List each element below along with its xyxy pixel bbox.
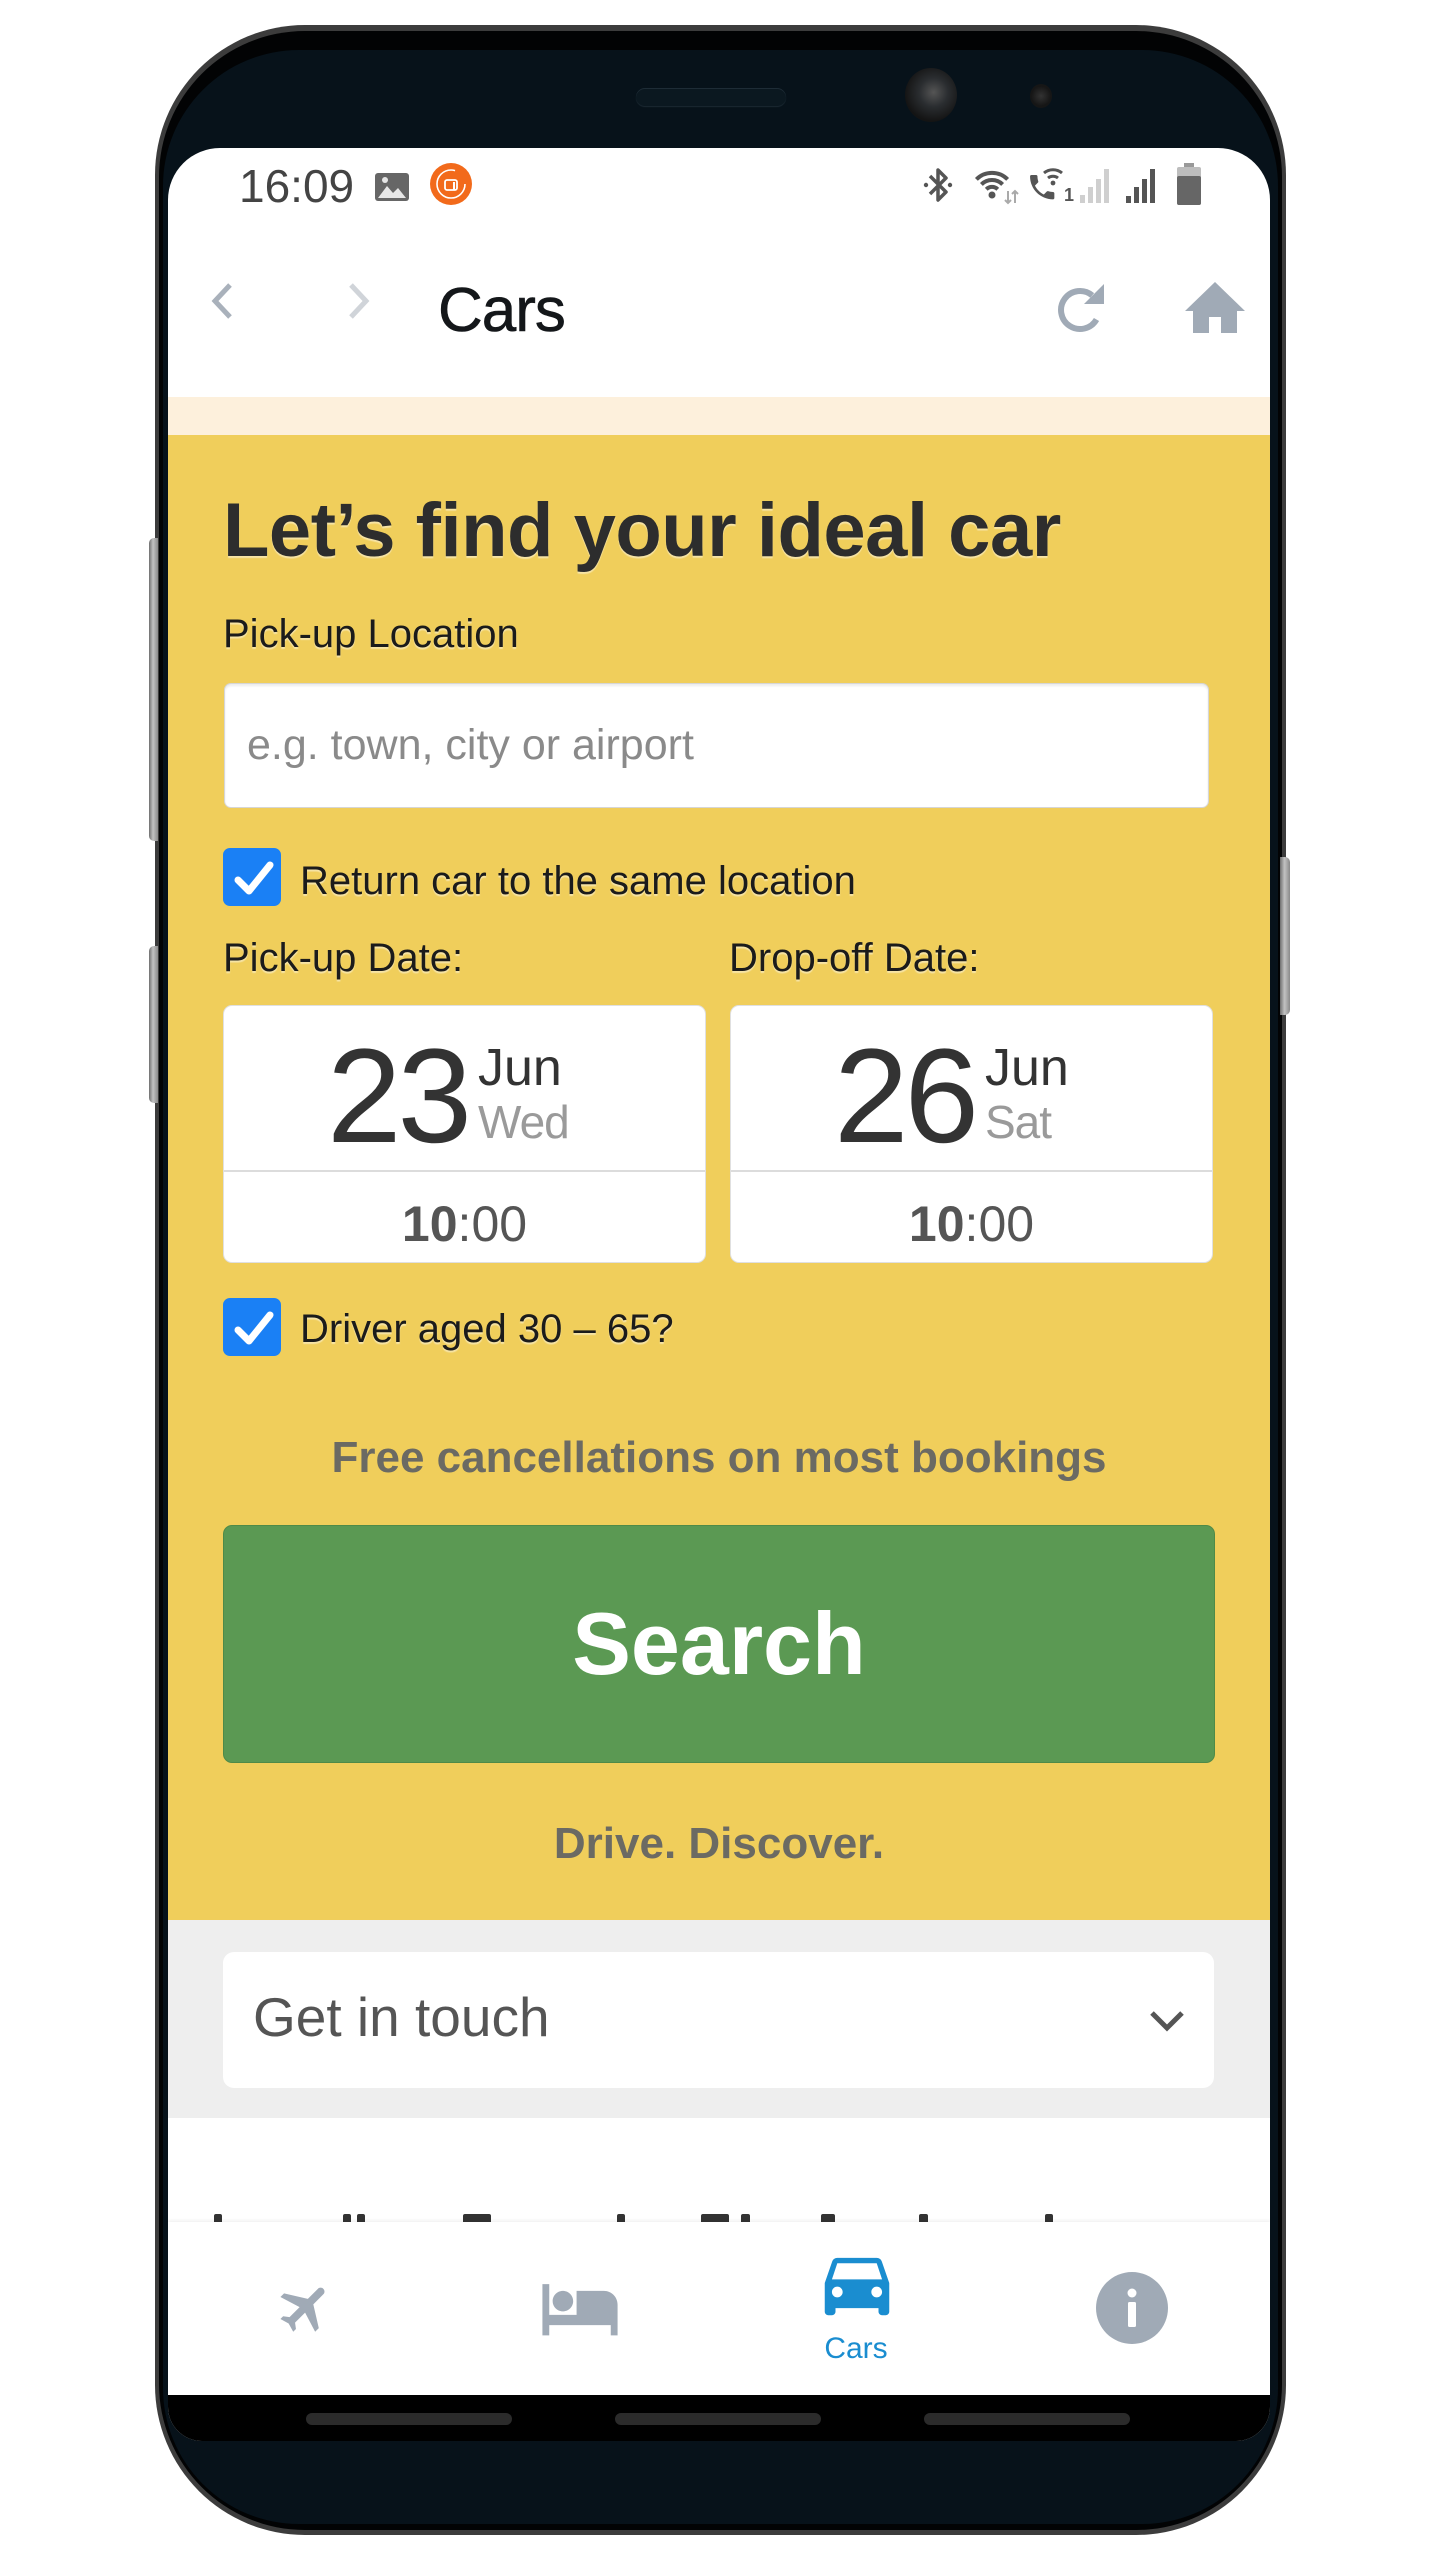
phone-screen: 16:09 1 Cars Let’s find your ideal car P…	[168, 148, 1270, 2441]
info-icon	[1096, 2272, 1168, 2344]
forward-button[interactable]	[335, 271, 381, 331]
power-button	[1280, 857, 1290, 1015]
date-time-divider	[224, 1170, 705, 1172]
tab-cars-label: Cars	[824, 2332, 888, 2365]
dropoff-date-picker[interactable]: 26 Jun Sat 10:00	[730, 1005, 1213, 1263]
chevron-left-icon	[211, 283, 232, 319]
bluetooth-icon	[923, 165, 953, 210]
tab-hotels[interactable]	[500, 2238, 660, 2378]
bixby-button	[149, 946, 158, 1103]
plane-icon	[280, 2287, 325, 2332]
checkmark-icon	[234, 1311, 274, 1345]
notice-strip	[168, 397, 1270, 435]
driver-age-label[interactable]: Driver aged 30 – 65?	[300, 1309, 674, 1349]
home-button[interactable]	[1178, 276, 1252, 340]
gesture-bar-home[interactable]	[615, 2413, 821, 2425]
chevron-down-icon	[1150, 2011, 1184, 2032]
pickup-time-minutes: 00	[471, 1196, 528, 1252]
return-same-location-label[interactable]: Return car to the same location	[300, 861, 856, 901]
signal-sim1-icon	[1078, 167, 1112, 208]
home-icon	[1185, 282, 1245, 333]
dropoff-time[interactable]: 10:00	[731, 1199, 1212, 1249]
dropoff-day: 26	[834, 1022, 979, 1171]
tab-cars[interactable]: Cars	[776, 2232, 936, 2382]
chevron-right-icon	[349, 283, 370, 319]
volume-button	[149, 538, 158, 841]
pickup-weekday: Wed	[478, 1096, 570, 1148]
search-button[interactable]: Search	[223, 1525, 1215, 1763]
wifi-calling-sim-number: 1	[1064, 185, 1075, 205]
status-time: 16:09	[239, 160, 355, 212]
gallery-icon	[374, 172, 410, 207]
back-button[interactable]	[198, 271, 244, 331]
proximity-sensor	[1030, 84, 1052, 108]
free-cancellation-note: Free cancellations on most bookings	[331, 1433, 1107, 1482]
checkmark-icon	[234, 861, 274, 895]
dropoff-weekday: Sat	[985, 1096, 1052, 1148]
return-same-location-checkbox[interactable]	[223, 848, 281, 906]
wifi-icon	[968, 165, 1020, 210]
bed-icon	[542, 2284, 618, 2336]
pickup-day: 23	[327, 1022, 472, 1171]
front-camera	[905, 68, 957, 122]
pickup-time-separator: :	[457, 1196, 472, 1252]
refresh-button[interactable]	[1048, 276, 1112, 340]
app-notification-icon	[430, 163, 472, 210]
page-title: Cars	[438, 276, 567, 345]
gesture-bar-recents[interactable]	[306, 2413, 512, 2425]
get-in-touch-label: Get in touch	[253, 1986, 550, 2048]
dropoff-time-minutes: 00	[978, 1196, 1035, 1252]
driver-age-checkbox[interactable]	[223, 1298, 281, 1356]
tab-flights[interactable]	[228, 2238, 388, 2378]
earpiece-speaker	[636, 88, 786, 106]
tagline: Drive. Discover.	[553, 1819, 885, 1868]
pickup-location-label: Pick-up Location	[223, 612, 519, 656]
form-heading: Let’s find your ideal car	[223, 488, 1061, 573]
date-time-divider	[731, 1170, 1212, 1172]
tab-info[interactable]	[1052, 2238, 1212, 2378]
dropoff-month: Jun	[985, 1039, 1069, 1097]
car-icon	[824, 2257, 890, 2316]
refresh-icon	[1058, 284, 1104, 332]
pickup-month: Jun	[478, 1039, 562, 1097]
pickup-date-label: Pick-up Date:	[223, 936, 464, 980]
pickup-time[interactable]: 10:00	[224, 1199, 705, 1249]
gesture-bar-back[interactable]	[924, 2413, 1130, 2425]
pickup-date-picker[interactable]: 23 Jun Wed 10:00	[223, 1005, 706, 1263]
dropoff-time-separator: :	[964, 1196, 979, 1252]
signal-sim2-icon	[1124, 167, 1158, 208]
system-navigation-bar	[168, 2395, 1270, 2441]
pickup-location-input[interactable]	[224, 683, 1209, 808]
dropoff-date-label: Drop-off Date:	[729, 936, 980, 980]
get-in-touch-accordion[interactable]: Get in touch	[223, 1952, 1214, 2088]
wifi-calling-icon	[1026, 165, 1066, 210]
battery-icon	[1176, 163, 1202, 210]
pickup-time-hours: 10	[401, 1196, 458, 1252]
status-bar: 16:09 1	[168, 148, 1270, 225]
dropoff-time-hours: 10	[908, 1196, 965, 1252]
